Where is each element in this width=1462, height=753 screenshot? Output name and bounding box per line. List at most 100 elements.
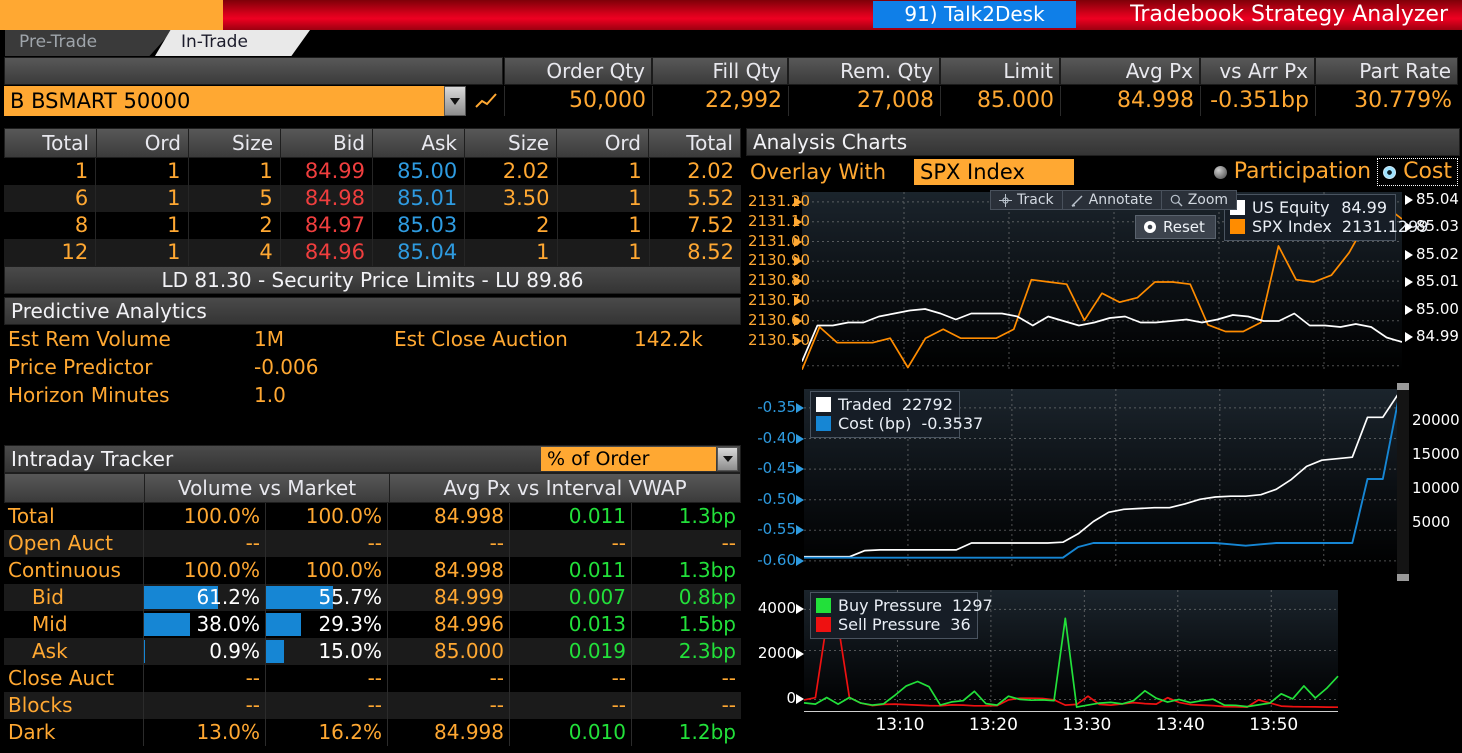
depth-cell: 1 <box>4 158 96 185</box>
tracker-col-avgpx-vs-vwap: Avg Px vs Interval VWAP <box>390 474 740 502</box>
table-row[interactable]: 61584.9885.013.5015.52 <box>4 185 741 212</box>
talk2desk-button[interactable]: 91) Talk2Desk <box>873 1 1076 28</box>
magnifier-icon <box>1170 194 1183 207</box>
chart-tool-track[interactable]: Track <box>991 191 1063 209</box>
axis-tick-label: -0.50 <box>748 493 796 505</box>
scrollbar-thumb-top[interactable] <box>1397 383 1409 390</box>
table-row[interactable]: Blocks---------- <box>4 692 741 719</box>
table-row[interactable]: 81284.9785.03217.52 <box>4 212 741 239</box>
cell-value: -- <box>490 692 504 718</box>
depth-cell: 3.50 <box>465 185 557 212</box>
depth-cell: 84.98 <box>281 185 373 212</box>
radio-participation[interactable]: Participation <box>1208 158 1377 186</box>
predictive-row-3: Horizon Minutes 1.0 <box>4 381 741 409</box>
tracker-cell-bp: -- <box>632 665 741 692</box>
chart-tool-zoom[interactable]: Zoom <box>1162 191 1236 209</box>
table-row[interactable]: Mid38.0%29.3%84.9960.0131.5bp <box>4 611 741 638</box>
depth-col-ask: Ask <box>373 129 465 157</box>
tracker-cell-pct-market: 100.0% <box>266 557 388 584</box>
tracker-cell-diff: 0.010 <box>510 719 632 746</box>
overlay-security-select[interactable]: SPX Index <box>914 159 1074 185</box>
chart-buy-sell-pressure[interactable]: 40002000013:1013:2013:3013:4013:50Buy Pr… <box>746 584 1460 753</box>
depth-cell: 1 <box>96 158 188 185</box>
table-row[interactable]: Open Auct---------- <box>4 530 741 557</box>
cell-value: -- <box>612 530 626 556</box>
tracker-col-volume-vs-market: Volume vs Market <box>145 474 390 502</box>
axis-tick-arrow-icon <box>794 256 802 266</box>
legend-label: US Equity <box>1252 198 1330 217</box>
axis-tick-label: 2130.90 <box>748 254 794 266</box>
table-row[interactable]: Continuous100.0%100.0%84.9980.0111.3bp <box>4 557 741 584</box>
axis-tick-arrow-icon <box>796 556 804 566</box>
table-row[interactable]: Close Auct---------- <box>4 665 741 692</box>
axis-tick-arrow-icon <box>794 316 802 326</box>
right-panel: Analysis Charts Overlay With SPX Index P… <box>745 125 1462 753</box>
depth-col-ord-bid: Ord <box>97 129 189 157</box>
axis-tick-arrow-icon <box>794 336 802 346</box>
predictive-analytics-section: Predictive Analytics Est Rem Volume 1M E… <box>4 297 741 422</box>
chart-traded-cost[interactable]: -0.35-0.40-0.45-0.50-0.55-0.602000015000… <box>746 383 1460 581</box>
cell-value: 55.7% <box>318 584 382 610</box>
chart-reset-button[interactable]: Reset <box>1135 215 1216 239</box>
tracker-cell-pct-order: -- <box>144 692 266 719</box>
table-row[interactable]: Dark13.0%16.2%84.9980.0101.2bp <box>4 719 741 746</box>
cell-value: 84.996 <box>434 611 504 637</box>
legend-label: Cost (bp) <box>838 414 911 433</box>
tracker-row-label: Mid <box>4 611 144 638</box>
axis-tick-arrow-icon <box>1405 277 1413 287</box>
axis-tick-label: 84.99 <box>1416 330 1459 342</box>
legend-value: -0.3537 <box>921 414 983 433</box>
tracker-metric-select[interactable]: % of Order <box>541 447 716 471</box>
legend-label: SPX Index <box>1252 217 1332 236</box>
cell-value: -- <box>612 692 626 718</box>
chart-price-overlay[interactable]: 2131.202131.102131.002130.902130.802130.… <box>746 188 1460 380</box>
axis-tick-arrow-icon <box>796 434 804 444</box>
x-axis-line <box>804 711 1338 712</box>
cell-value: -- <box>490 665 504 691</box>
depth-cell: 1 <box>96 212 188 239</box>
cell-value: 1.3bp <box>679 557 736 583</box>
axis-tick-arrow-icon <box>794 217 802 227</box>
legend-value: 84.99 <box>1341 198 1387 217</box>
cell-value: 0.019 <box>569 638 626 664</box>
tracker-cell-avg-px: 84.999 <box>388 584 510 611</box>
ticker-order-input[interactable]: B BSMART 50000 <box>4 86 444 116</box>
tracker-cell-bp: 2.3bp <box>632 638 741 665</box>
table-row[interactable]: Total100.0%100.0%84.9980.0111.3bp <box>4 503 741 530</box>
depth-cell: 2 <box>189 212 281 239</box>
axis-tick-arrow-icon <box>1405 195 1413 205</box>
scrollbar-thumb-bottom[interactable] <box>1397 574 1409 581</box>
chart-tool-annotate-label: Annotate <box>1089 192 1153 208</box>
tab-pre-trade[interactable]: Pre-Trade <box>5 30 173 56</box>
radio-unselected-icon <box>1214 166 1227 179</box>
table-row[interactable]: 11184.9985.002.0212.02 <box>4 158 741 185</box>
depth-cell: 85.01 <box>373 185 465 212</box>
chart-tool-annotate[interactable]: Annotate <box>1063 191 1162 209</box>
intraday-tracker-title: Intraday Tracker <box>11 447 173 471</box>
chart-vertical-scrollbar[interactable] <box>1397 383 1409 581</box>
tracker-cell-pct-order: 0.9% <box>144 638 266 665</box>
axis-tick-label: 13:50 <box>1249 719 1293 731</box>
table-row[interactable]: Ask0.9%15.0%85.0000.0192.3bp <box>4 638 741 665</box>
depth-col-total-ask: Total <box>649 129 740 157</box>
axis-tick-arrow-icon <box>794 237 802 247</box>
tracker-cell-pct-market: -- <box>266 692 388 719</box>
value-rem-qty: 27,008 <box>788 86 940 116</box>
ticker-dropdown-button[interactable] <box>444 86 466 116</box>
tracker-metric-dropdown-button[interactable] <box>717 447 738 471</box>
tracker-cell-pct-order: -- <box>144 530 266 557</box>
legend-label: Traded <box>838 395 892 414</box>
percent-bar <box>266 613 301 636</box>
tracker-row-label: Total <box>4 503 144 530</box>
radio-cost[interactable]: Cost <box>1377 158 1458 186</box>
chart-reset-label: Reset <box>1163 218 1205 236</box>
tab-in-trade[interactable]: In-Trade <box>155 30 310 56</box>
table-row[interactable]: 121484.9685.04118.52 <box>4 239 741 266</box>
tracker-cell-diff: 0.011 <box>510 503 632 530</box>
chart-toggle-icon[interactable] <box>470 86 502 116</box>
depth-cell: 84.97 <box>281 212 373 239</box>
percent-bar <box>266 640 284 663</box>
chart-tool-track-label: Track <box>1017 192 1054 208</box>
market-depth-header-row: Total Ord Size Bid Ask Size Ord Total <box>4 128 741 158</box>
table-row[interactable]: Bid61.2%55.7%84.9990.0070.8bp <box>4 584 741 611</box>
